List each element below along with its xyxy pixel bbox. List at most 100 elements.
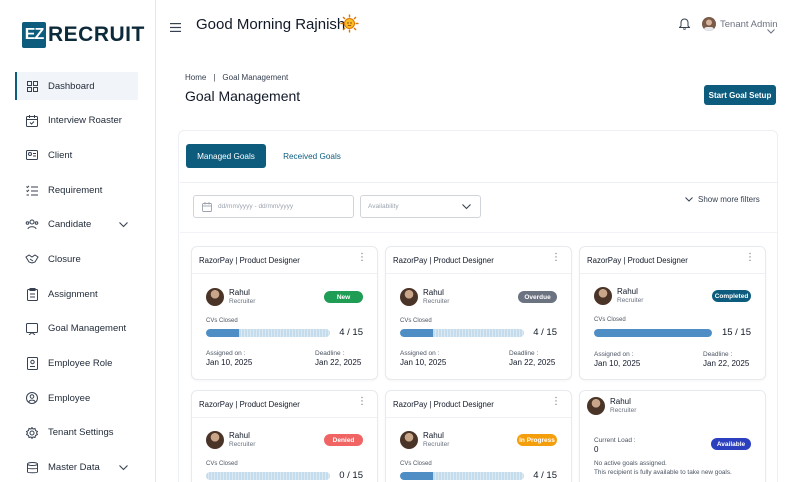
sidebar-item-tenant-settings[interactable]: Tenant Settings — [15, 419, 156, 447]
assignee: Rahul Recruiter — [206, 431, 255, 449]
assignee-name: Rahul — [610, 397, 631, 406]
greeting-text: Good Morning Rajnish — [196, 16, 346, 33]
progress-bar — [594, 329, 712, 337]
sidebar-item-assignment[interactable]: Assignment — [15, 280, 156, 308]
sidebar-item-goal-management[interactable]: Goal Management — [15, 315, 156, 343]
status-badge: Denied — [324, 434, 363, 446]
cvs-closed-label: CVs Closed — [400, 461, 432, 467]
sidebar-item-label: Client — [48, 149, 73, 161]
avatar — [206, 288, 224, 306]
chevron-down-icon — [462, 204, 471, 212]
assigned-value: Jan 10, 2025 — [400, 358, 447, 367]
breadcrumb-home[interactable]: Home — [185, 73, 206, 82]
assigned-label: Assigned on : — [400, 350, 440, 357]
tab-managed-goals[interactable]: Managed Goals — [186, 144, 266, 168]
sidebar-item-requirement[interactable]: Requirement — [15, 176, 156, 204]
assignee: Rahul Recruiter — [400, 288, 449, 306]
more-vertical-icon[interactable]: ⋮ — [551, 397, 561, 407]
assignee-role: Recruiter — [617, 297, 644, 304]
tab-received-goals[interactable]: Received Goals — [276, 144, 348, 168]
goal-card[interactable]: RazorPay | Product Designer ⋮ Rahul Recru… — [191, 390, 378, 482]
goal-card[interactable]: RazorPay | Product Designer ⋮ Rahul Recru… — [191, 246, 378, 380]
current-load: Current Load :0 — [594, 436, 636, 454]
sidebar-item-closure[interactable]: Closure — [15, 245, 156, 273]
assigned-date: Assigned on : Jan 10, 2025 — [206, 349, 252, 367]
status-badge: Overdue — [518, 291, 557, 303]
assigned-value: Jan 10, 2025 — [206, 358, 253, 367]
sidebar-item-employee[interactable]: Employee — [15, 384, 156, 412]
more-vertical-icon[interactable]: ⋮ — [551, 253, 561, 263]
sidebar-item-employee-role[interactable]: Employee Role — [15, 350, 156, 378]
progress-bar — [400, 329, 524, 337]
show-more-filters-button[interactable]: Show more filters — [685, 195, 760, 204]
sidebar-item-label: Candidate — [48, 219, 92, 231]
avatar — [587, 397, 605, 415]
deadline-date: Deadline : Jan 22, 2025 — [315, 349, 361, 367]
card-header: RazorPay | Product Designer ⋮ — [192, 247, 377, 274]
avatar — [400, 288, 418, 306]
status-badge: Available — [711, 438, 751, 450]
progress-fill — [400, 472, 434, 480]
sidebar-item-dashboard[interactable]: Dashboard — [15, 72, 138, 100]
avatar[interactable] — [702, 17, 716, 31]
date-range-input[interactable]: dd/mm/yyyy - dd/mm/yyyy — [193, 195, 354, 218]
progress-bar — [206, 472, 330, 480]
assignee-role: Recruiter — [423, 441, 450, 448]
deadline-value: Jan 22, 2025 — [315, 358, 362, 367]
availability-placeholder: Availability — [368, 203, 399, 210]
sidebar-item-client[interactable]: Client — [15, 141, 156, 169]
logo-text: RECRUIT — [48, 23, 145, 46]
brand-logo[interactable]: EZ RECRUIT — [22, 22, 145, 48]
assigned-value: Jan 10, 2025 — [594, 359, 641, 368]
grid-icon — [25, 79, 39, 93]
divider — [180, 182, 777, 183]
list-check-icon — [25, 183, 39, 197]
cvs-closed-label: CVs Closed — [400, 318, 432, 324]
assignee: Rahul Recruiter — [587, 397, 636, 415]
badge-icon — [25, 357, 39, 371]
sidebar-item-label: Master Data — [48, 462, 100, 474]
assignee: Rahul Recruiter — [594, 287, 643, 305]
sidebar-item-interview-roaster[interactable]: Interview Roaster — [15, 107, 156, 135]
status-badge: Completed — [712, 290, 751, 302]
cvs-count: 0 / 15 — [339, 470, 363, 481]
more-vertical-icon[interactable]: ⋮ — [357, 253, 367, 263]
current-load-value: 0 — [594, 445, 599, 454]
sidebar-item-candidate[interactable]: Candidate — [15, 211, 156, 239]
goal-card[interactable]: RazorPay | Product Designer ⋮ Rahul Recru… — [579, 246, 766, 380]
status-badge: In Progress — [517, 434, 557, 446]
availability-card[interactable]: Rahul Recruiter Current Load :0 Available… — [579, 390, 766, 482]
availability-note-line: No active goals assigned. — [594, 460, 667, 467]
sidebar-item-label: Dashboard — [48, 80, 95, 92]
cvs-count: 15 / 15 — [721, 327, 751, 338]
handshake-icon — [25, 252, 39, 266]
deadline-label: Deadline : — [703, 351, 733, 358]
deadline-date: Deadline : Jan 22, 2025 — [703, 350, 749, 368]
breadcrumb-current: Goal Management — [222, 73, 289, 82]
user-circle-icon — [25, 391, 39, 405]
chevron-down-icon[interactable] — [119, 220, 128, 231]
menu-icon[interactable] — [170, 19, 181, 37]
goal-card[interactable]: RazorPay | Product Designer ⋮ Rahul Recru… — [385, 390, 572, 482]
more-vertical-icon[interactable]: ⋮ — [745, 253, 755, 263]
assignee: Rahul Recruiter — [206, 288, 255, 306]
start-goal-setup-button[interactable]: Start Goal Setup — [704, 85, 776, 105]
chevron-down-icon[interactable] — [767, 21, 775, 39]
assignee-role: Recruiter — [610, 407, 637, 414]
goal-card[interactable]: RazorPay | Product Designer ⋮ Rahul Recru… — [385, 246, 572, 380]
availability-select[interactable]: Availability — [360, 195, 481, 218]
assignee-role: Recruiter — [423, 298, 450, 305]
id-card-icon — [25, 148, 39, 162]
sidebar-item-label: Interview Roaster — [48, 115, 122, 127]
progress-fill — [400, 329, 434, 337]
sidebar-item-label: Employee Role — [48, 358, 113, 369]
chevron-down-icon[interactable] — [119, 463, 128, 474]
bell-icon[interactable] — [678, 17, 691, 35]
more-vertical-icon[interactable]: ⋮ — [357, 397, 367, 407]
divider — [180, 232, 777, 233]
progress-bar — [206, 329, 330, 337]
sidebar-item-label: Employee — [48, 392, 91, 404]
sidebar-item-label: Closure — [48, 253, 81, 265]
sidebar-item-master-data[interactable]: Master Data — [15, 454, 156, 482]
breadcrumb: Home | Goal Management — [185, 73, 288, 82]
